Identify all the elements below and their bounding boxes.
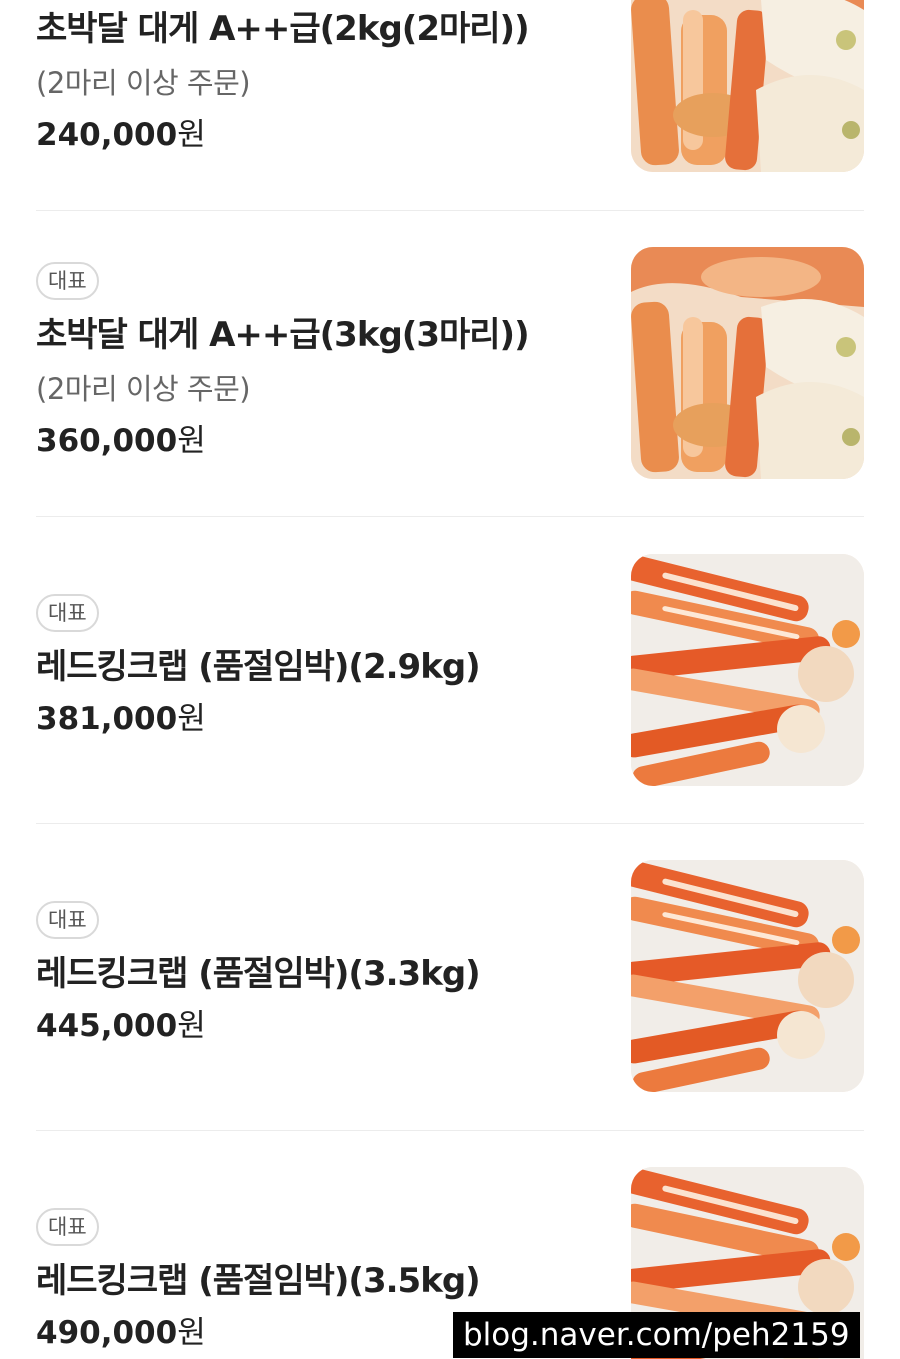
representative-badge: 대표 — [36, 262, 99, 300]
menu-item-name: 레드킹크랩 (품절임박)(3.5kg) — [36, 1261, 481, 1301]
menu-item-description: (2마리 이상 주문) — [36, 372, 251, 406]
menu-item-text: 대표 초박달 대게 A++급(3kg(3마리)) (2마리 이상 주문) 360… — [36, 262, 530, 464]
menu-item[interactable]: 초박달 대게 A++급(2kg(2마리)) (2마리 이상 주문) 240,00… — [36, 0, 864, 211]
menu-item-name: 레드킹크랩 (품절임박)(3.3kg) — [36, 954, 481, 994]
menu-item-name: 초박달 대게 A++급(3kg(3마리)) — [36, 315, 530, 355]
snow-crab-image[interactable] — [631, 247, 864, 479]
menu-item[interactable]: 대표 초박달 대게 A++급(3kg(3마리)) (2마리 이상 주문) 360… — [36, 211, 864, 517]
menu-item-text: 대표 레드킹크랩 (품절임박)(2.9kg) 381,000원 — [36, 594, 481, 742]
menu-item[interactable]: 대표 레드킹크랩 (품절임박)(2.9kg) 381,000원 — [36, 517, 864, 824]
price-value: 381,000 — [36, 701, 178, 737]
menu-item-price: 240,000원 — [36, 112, 529, 158]
price-currency: 원 — [177, 423, 206, 459]
snow-crab-image[interactable] — [631, 0, 864, 172]
menu-item-description: (2마리 이상 주문) — [36, 66, 251, 100]
price-currency: 원 — [177, 701, 206, 737]
menu-item-price: 381,000원 — [36, 696, 480, 742]
price-value: 240,000 — [36, 117, 178, 153]
king-crab-image[interactable] — [631, 860, 864, 1092]
menu-item-text: 초박달 대게 A++급(2kg(2마리)) (2마리 이상 주문) 240,00… — [36, 6, 530, 158]
price-currency: 원 — [177, 1008, 206, 1044]
menu-item-name: 초박달 대게 A++급(2kg(2마리)) — [36, 9, 530, 49]
menu-item-price: 490,000원 — [36, 1310, 480, 1356]
menu-item-price: 445,000원 — [36, 1003, 480, 1049]
king-crab-image[interactable] — [631, 554, 864, 786]
price-value: 445,000 — [36, 1008, 178, 1044]
price-currency: 원 — [177, 117, 206, 153]
representative-badge: 대표 — [36, 1208, 99, 1246]
menu-item[interactable]: 대표 레드킹크랩 (품절임박)(3.3kg) 445,000원 — [36, 824, 864, 1131]
menu-item-name: 레드킹크랩 (품절임박)(2.9kg) — [36, 647, 481, 687]
snow-crab-photo — [631, 0, 864, 172]
snow-crab-photo — [631, 247, 864, 479]
representative-badge: 대표 — [36, 594, 99, 632]
menu-item-price: 360,000원 — [36, 418, 529, 464]
menu-item-text: 대표 레드킹크랩 (품절임박)(3.3kg) 445,000원 — [36, 901, 481, 1049]
king-crab-photo — [631, 554, 864, 786]
price-value: 360,000 — [36, 423, 178, 459]
price-value: 490,000 — [36, 1315, 178, 1351]
price-currency: 원 — [177, 1315, 206, 1351]
blog-watermark: blog.naver.com/peh2159 — [453, 1312, 860, 1358]
representative-badge: 대표 — [36, 901, 99, 939]
menu-item-text: 대표 레드킹크랩 (품절임박)(3.5kg) 490,000원 — [36, 1208, 481, 1356]
king-crab-photo — [631, 860, 864, 1092]
